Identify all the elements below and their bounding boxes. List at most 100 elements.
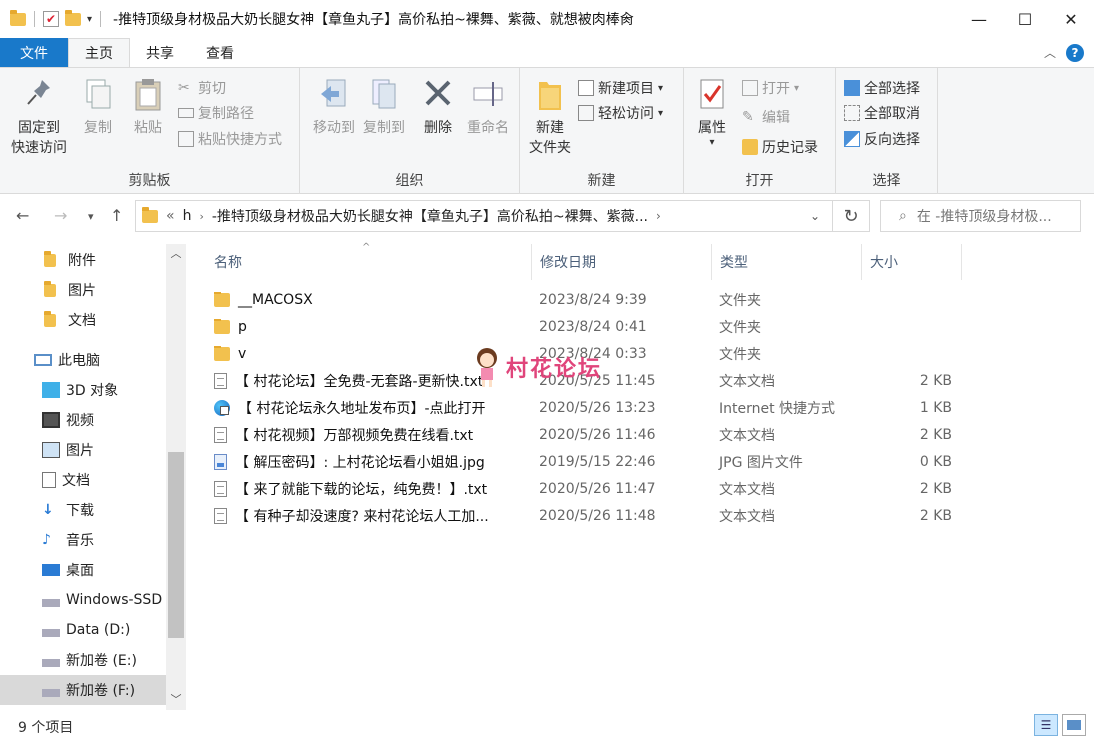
scroll-thumb[interactable] xyxy=(168,452,184,638)
delete-button[interactable]: 删除 xyxy=(418,74,458,138)
help-icon[interactable]: ? xyxy=(1066,43,1084,62)
copy-path-label: 复制路径 xyxy=(198,106,254,122)
breadcrumb-current-folder[interactable]: -推特顶级身材极品大奶长腿女神【章鱼丸子】高价私拍~裸舞、紫薇... xyxy=(212,206,648,226)
collapse-ribbon-icon[interactable]: ︿ xyxy=(1044,44,1056,61)
select-all-button[interactable]: 全部选择 xyxy=(844,76,920,100)
edit-button[interactable]: ✎ 编辑 xyxy=(742,105,790,129)
file-row[interactable]: 【 解压密码】: 上村花论坛看小姐姐.jpg 2019/5/15 22:46 J… xyxy=(208,448,968,475)
dropdown-icon: ▾ xyxy=(794,82,800,94)
new-item-button[interactable]: 新建项目 ▾ xyxy=(578,76,663,100)
breadcrumb-separator-icon[interactable]: › xyxy=(656,209,661,223)
breadcrumb-h[interactable]: h xyxy=(183,208,192,224)
copy-to-button[interactable]: 复制到 xyxy=(356,74,412,138)
back-button[interactable]: ← xyxy=(16,206,29,225)
address-bar[interactable]: « h › -推特顶级身材极品大奶长腿女神【章鱼丸子】高价私拍~裸舞、紫薇...… xyxy=(135,200,833,232)
refresh-button[interactable]: ↻ xyxy=(832,200,870,232)
file-list: ^ 名称 修改日期 类型 大小 __MACOSX 2023/8/24 9:39 … xyxy=(188,242,1094,710)
column-header: ^ 名称 修改日期 类型 大小 xyxy=(188,242,1094,280)
nav-item-pictures-quick[interactable]: 图片 xyxy=(0,275,166,305)
nav-item-documents-quick[interactable]: 文档 xyxy=(0,305,166,335)
nav-item-downloads[interactable]: ↓ 下载 xyxy=(0,495,166,525)
scroll-up-icon[interactable]: ︿ xyxy=(166,244,186,264)
tab-share[interactable]: 共享 xyxy=(130,38,190,67)
dropdown-icon: ▾ xyxy=(658,82,664,94)
file-row[interactable]: 【 有种子却没速度? 来村花论坛人工加... 2020/5/26 11:48 文… xyxy=(208,502,968,529)
new-folder-button[interactable]: 新建 文件夹 xyxy=(526,74,574,158)
ribbon: 固定到 快速访问 复制 粘贴 ✂ 剪切 复制路径 粘贴快捷方式 剪贴板 移动到 … xyxy=(0,68,1094,194)
open-button[interactable]: 打开 ▾ xyxy=(742,76,799,100)
tab-view[interactable]: 查看 xyxy=(190,38,250,67)
file-row[interactable]: 【 村花视频】万部视频免费在线看.txt 2020/5/26 11:46 文本文… xyxy=(208,421,968,448)
file-row[interactable]: __MACOSX 2023/8/24 9:39 文件夹 xyxy=(208,286,968,313)
details-view-button[interactable]: ☰ xyxy=(1034,714,1058,736)
customize-toolbar-dropdown-icon[interactable]: ▾ xyxy=(87,14,92,25)
search-input[interactable]: ⌕ 在 -推特顶级身材极... xyxy=(880,200,1081,232)
properties-button[interactable]: 属性 ▾ xyxy=(692,74,732,148)
easy-access-button[interactable]: 轻松访问 ▾ xyxy=(578,101,663,125)
paste-shortcut-button[interactable]: 粘贴快捷方式 xyxy=(178,127,282,151)
file-row[interactable]: 【 村花论坛永久地址发布页】-点此打开 2020/5/26 13:23 Inte… xyxy=(208,394,968,421)
minimize-button[interactable]: — xyxy=(956,0,1002,38)
cut-button[interactable]: ✂ 剪切 xyxy=(178,76,226,100)
rename-button[interactable]: 重命名 xyxy=(462,74,514,138)
nav-item-this-pc[interactable]: 此电脑 xyxy=(0,345,166,375)
file-row[interactable]: 【 来了就能下载的论坛，纯免费！】.txt 2020/5/26 11:47 文本… xyxy=(208,475,968,502)
close-button[interactable]: ✕ xyxy=(1048,0,1094,38)
forward-button[interactable]: → xyxy=(54,206,67,225)
column-size[interactable]: 大小 xyxy=(862,244,962,280)
file-row[interactable]: p 2023/8/24 0:41 文件夹 xyxy=(208,313,968,340)
file-date: 2023/8/24 0:41 xyxy=(539,318,647,335)
easy-access-label: 轻松访问 xyxy=(598,106,654,122)
nav-item-windows-ssd[interactable]: Windows-SSD xyxy=(0,585,166,615)
select-none-button[interactable]: 全部取消 xyxy=(844,101,920,125)
large-icons-view-button[interactable] xyxy=(1062,714,1086,736)
breadcrumb-separator-icon[interactable]: › xyxy=(199,210,203,223)
new-folder-quick-icon[interactable] xyxy=(65,9,81,26)
nav-item-desktop[interactable]: 桌面 xyxy=(0,555,166,585)
ribbon-tabs: 文件 主页 共享 查看 ︿ ? xyxy=(0,38,1094,68)
up-button[interactable]: ↑ xyxy=(110,206,123,225)
column-type[interactable]: 类型 xyxy=(712,244,862,280)
file-size: 0 KB xyxy=(919,453,952,470)
copy-path-button[interactable]: 复制路径 xyxy=(178,101,254,125)
move-to-button[interactable]: 移动到 xyxy=(306,74,362,138)
nav-item-label: 文档 xyxy=(62,473,90,489)
pin-label-line1: 固定到 xyxy=(18,120,60,136)
column-date[interactable]: 修改日期 xyxy=(532,244,712,280)
status-bar: 9 个项目 ☰ xyxy=(0,710,1094,743)
copy-button[interactable]: 复制 xyxy=(76,74,120,138)
watermark: 村花论坛 xyxy=(472,346,602,388)
maximize-button[interactable]: ☐ xyxy=(1002,0,1048,38)
nav-scrollbar[interactable]: ︿ ﹀ xyxy=(166,244,186,710)
recent-locations-icon[interactable]: ▾ xyxy=(88,210,94,223)
nav-item-pictures[interactable]: 图片 xyxy=(0,435,166,465)
nav-item-label: 3D 对象 xyxy=(66,383,119,399)
nav-item-volume-e[interactable]: 新加卷 (E:) xyxy=(0,645,166,675)
address-dropdown-icon[interactable]: ⌄ xyxy=(810,209,820,223)
file-size: 2 KB xyxy=(919,372,952,389)
cartoon-girl-icon xyxy=(472,346,502,388)
nav-item-music[interactable]: ♪ 音乐 xyxy=(0,525,166,555)
paste-button[interactable]: 粘贴 xyxy=(126,74,170,138)
nav-item-videos[interactable]: 视频 xyxy=(0,405,166,435)
pin-quick-access-button[interactable]: 固定到 快速访问 xyxy=(8,74,70,158)
tab-file[interactable]: 文件 xyxy=(0,38,68,67)
breadcrumb-overflow[interactable]: « xyxy=(166,208,175,224)
tab-home[interactable]: 主页 xyxy=(68,38,130,67)
scroll-down-icon[interactable]: ﹀ xyxy=(166,690,186,710)
nav-item-documents[interactable]: 文档 xyxy=(0,465,166,495)
nav-item-label: 音乐 xyxy=(66,533,94,549)
properties-quick-icon[interactable]: ✔ xyxy=(43,11,59,27)
file-name: 【 村花视频】万部视频免费在线看.txt xyxy=(235,427,474,444)
nav-item-data-d[interactable]: Data (D:) xyxy=(0,615,166,645)
history-button[interactable]: 历史记录 xyxy=(742,135,818,159)
nav-item-volume-f[interactable]: 新加卷 (F:) xyxy=(0,675,166,705)
invert-selection-button[interactable]: 反向选择 xyxy=(844,127,920,151)
nav-item-attachments[interactable]: 附件 xyxy=(0,245,166,275)
file-type: 文本文档 xyxy=(719,508,775,525)
new-folder-label-line2: 文件夹 xyxy=(529,140,571,156)
new-folder-icon xyxy=(533,74,567,114)
history-icon xyxy=(742,139,758,155)
nav-item-3d-objects[interactable]: 3D 对象 xyxy=(0,375,166,405)
column-name[interactable]: 名称 xyxy=(206,244,532,280)
